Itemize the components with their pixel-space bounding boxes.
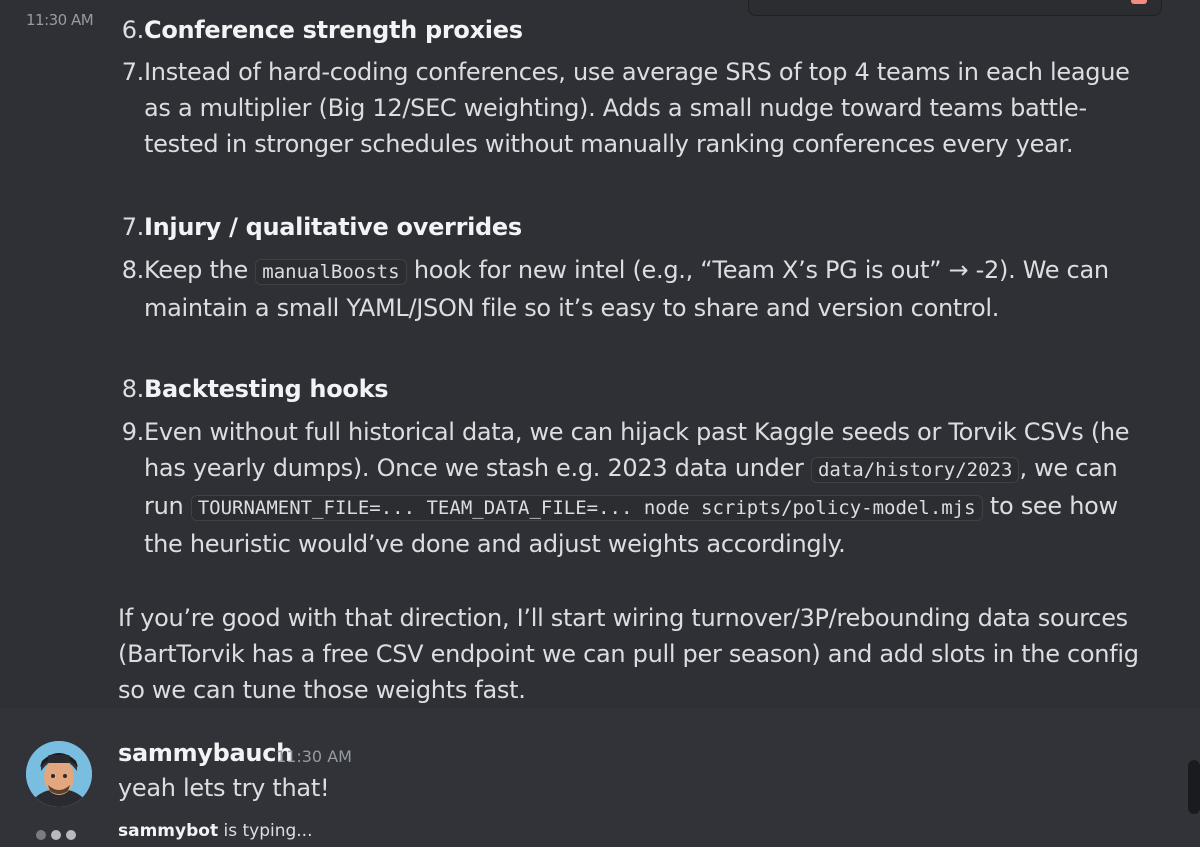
section-heading: Backtesting hooks (144, 375, 389, 403)
list-number: 7. (121, 58, 145, 86)
avatar-image (26, 741, 92, 807)
edit-icon[interactable] (761, 0, 779, 5)
message-timestamp: 11:30 AM (26, 11, 94, 29)
avatar[interactable] (26, 741, 92, 807)
list-number: 9. (121, 418, 145, 446)
list-item: 7. Injury / qualitative overrides (118, 209, 1158, 245)
pin-icon[interactable] (953, 0, 971, 5)
list-item: 8. Backtesting hooks (118, 371, 1158, 407)
section-heading: Conference strength proxies (144, 16, 523, 44)
list-item: 8. Keep the manualBoosts hook for new in… (118, 252, 1158, 326)
inline-code: manualBoosts (255, 259, 407, 285)
chat-view: 11:30 AM 6. Conference strength proxies … (0, 0, 1200, 847)
list-item: 9. Even without full historical data, we… (118, 414, 1158, 562)
message-author[interactable]: sammybauch (118, 739, 293, 767)
reply-icon[interactable] (857, 0, 875, 5)
more-icon[interactable] (1001, 0, 1019, 5)
list-text: Keep the (144, 256, 256, 284)
delete-icon[interactable] (1131, 0, 1147, 4)
typing-indicator: sammybot is typing... (118, 821, 312, 841)
typing-indicator-icon (36, 825, 86, 840)
closing-paragraph: If you’re good with that direction, I’ll… (118, 604, 1139, 704)
typing-user: sammybot (118, 821, 219, 841)
reaction-icon[interactable] (809, 0, 827, 5)
section-heading: Injury / qualitative overrides (144, 213, 522, 241)
inline-code: data/history/2023 (810, 457, 1020, 483)
list-item: 6. Conference strength proxies (118, 12, 1158, 48)
list-number: 7. (121, 213, 145, 241)
typing-suffix: is typing... (218, 821, 313, 841)
inline-code: TOURNAMENT_FILE=... TEAM_DATA_FILE=... n… (190, 495, 983, 521)
list-number: 6. (121, 16, 145, 44)
thread-icon[interactable] (905, 0, 923, 5)
list-text: Instead of hard-coding conferences, use … (144, 58, 1130, 158)
list-item: 7. Instead of hard-coding conferences, u… (118, 54, 1158, 162)
share-icon[interactable] (1049, 0, 1067, 5)
list-number: 8. (121, 375, 145, 403)
message-text: yeah lets try that! (118, 774, 330, 802)
scrollbar-thumb[interactable] (1188, 760, 1200, 814)
message-timestamp: 11:30 AM (276, 747, 352, 766)
list-number: 8. (121, 256, 145, 284)
